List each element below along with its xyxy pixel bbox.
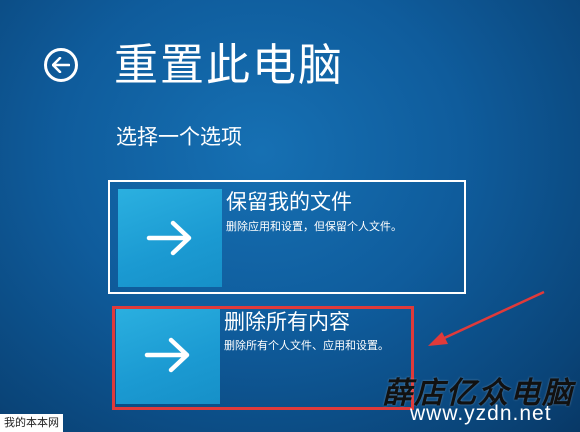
watermark-url: www.yzdn.net [410, 402, 552, 425]
keep-files-tile [118, 189, 222, 287]
back-button[interactable] [44, 48, 78, 82]
page-title: 重置此电脑 [114, 40, 344, 91]
keep-files-description: 删除应用和设置，但保留个人文件。 [226, 220, 402, 233]
red-annotation-arrow [428, 290, 545, 346]
arrow-left-icon [52, 57, 70, 73]
corner-watermark: 我的本本网 [0, 414, 63, 432]
reset-pc-screen: 重置此电脑 选择一个选项 保留我的文件 删除应用和设置，但保留个人文件。 删除所… [0, 0, 580, 432]
keep-files-title: 保留我的文件 [226, 190, 352, 214]
red-highlight-box [112, 306, 414, 410]
keep-my-files-option[interactable]: 保留我的文件 删除应用和设置，但保留个人文件。 [108, 180, 466, 294]
choose-option-label: 选择一个选项 [116, 125, 242, 149]
arrow-right-icon [146, 220, 192, 256]
